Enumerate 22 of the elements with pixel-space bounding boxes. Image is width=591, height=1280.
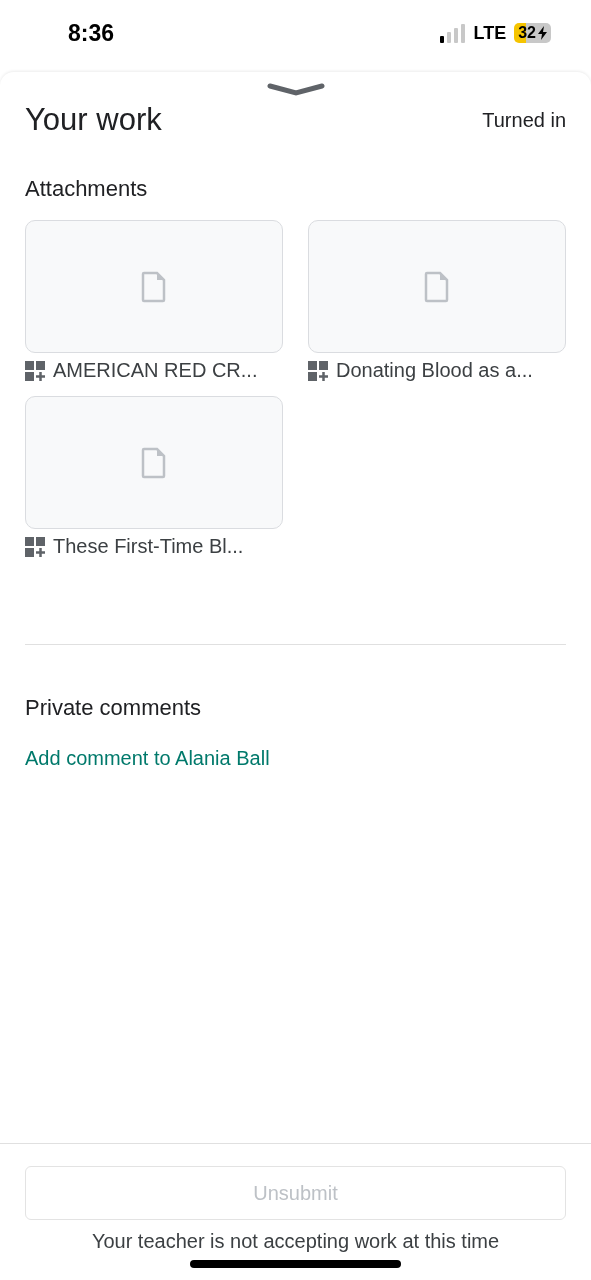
attachment-name: These First-Time Bl... [53, 535, 244, 558]
add-apps-icon [308, 360, 328, 381]
attachment-name: Donating Blood as a... [336, 359, 533, 382]
attachment-name: AMERICAN RED CR... [53, 359, 258, 382]
add-apps-icon [25, 360, 45, 381]
attachment-thumbnail[interactable] [25, 220, 283, 353]
attachment-thumbnail[interactable] [25, 396, 283, 529]
file-icon [424, 270, 450, 303]
page-title: Your work [25, 102, 162, 138]
collapse-chevron-icon[interactable] [266, 82, 325, 96]
signal-icon [439, 23, 466, 43]
notice-text: Your teacher is not accepting work at this time [91, 1230, 500, 1253]
add-apps-icon [25, 536, 45, 557]
file-icon [141, 446, 167, 479]
section-heading: Private comments [24, 695, 203, 721]
status-time: 8:36 [68, 19, 115, 47]
attachment-thumbnail[interactable] [308, 220, 566, 353]
network-label: LTE [473, 22, 507, 44]
section-heading: Attachments [24, 176, 149, 202]
add-comment-link[interactable]: Add comment to Alania Ball [25, 747, 270, 770]
submission-status: Turned in [482, 108, 566, 132]
file-icon [141, 270, 167, 303]
